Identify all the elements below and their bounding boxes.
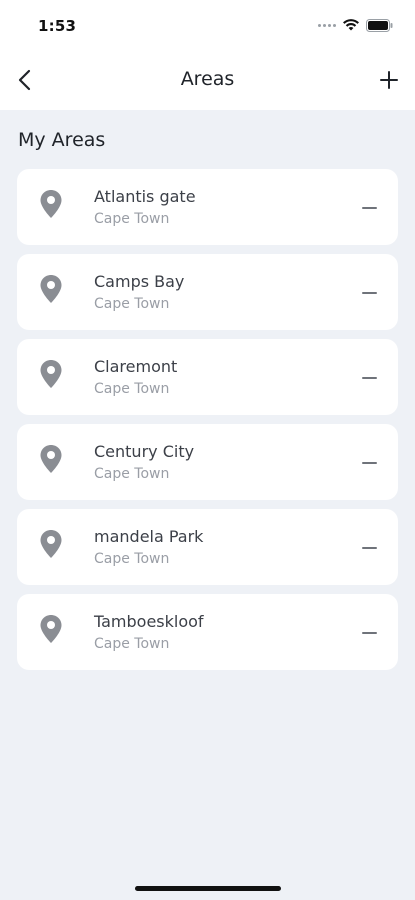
area-name: Century City [94,442,195,461]
plus-icon [380,71,398,89]
home-indicator[interactable] [135,886,281,891]
area-city: Cape Town [94,466,170,482]
remove-area-button[interactable] [354,451,384,475]
area-card[interactable]: Tamboeskloof Cape Town [17,594,398,670]
remove-area-button[interactable] [354,536,384,560]
location-pin-icon [40,615,62,643]
area-card[interactable]: Atlantis gate Cape Town [17,169,398,245]
area-card[interactable]: Camps Bay Cape Town [17,254,398,330]
top-bar: 1:53 Areas [0,0,415,110]
location-pin-icon [40,360,62,388]
minus-icon [362,547,377,549]
area-city: Cape Town [94,551,170,567]
minus-icon [362,377,377,379]
area-card[interactable]: mandela Park Cape Town [17,509,398,585]
add-area-button[interactable] [377,68,401,92]
remove-area-button[interactable] [354,196,384,220]
battery-icon [366,18,393,32]
status-icons [318,18,393,32]
location-pin-icon [40,275,62,303]
location-pin-icon [40,190,62,218]
area-card[interactable]: Century City Cape Town [17,424,398,500]
area-city: Cape Town [94,211,170,227]
areas-list: Atlantis gate Cape Town Camps Bay Cape T… [17,169,398,679]
remove-area-button[interactable] [354,366,384,390]
remove-area-button[interactable] [354,281,384,305]
location-pin-icon [40,530,62,558]
minus-icon [362,632,377,634]
area-name: Claremont [94,357,178,376]
area-name: Atlantis gate [94,187,196,206]
remove-area-button[interactable] [354,621,384,645]
minus-icon [362,462,377,464]
location-pin-icon [40,445,62,473]
area-name: Camps Bay [94,272,185,291]
area-name: Tamboeskloof [94,612,204,631]
area-city: Cape Town [94,296,170,312]
wifi-icon [343,19,359,31]
area-card[interactable]: Claremont Cape Town [17,339,398,415]
page-title: Areas [180,68,235,90]
area-name: mandela Park [94,527,204,546]
signal-dots-icon [318,23,336,27]
area-city: Cape Town [94,381,170,397]
area-city: Cape Town [94,636,170,652]
section-title: My Areas [18,129,106,151]
status-time: 1:53 [38,17,77,35]
minus-icon [362,292,377,294]
minus-icon [362,207,377,209]
